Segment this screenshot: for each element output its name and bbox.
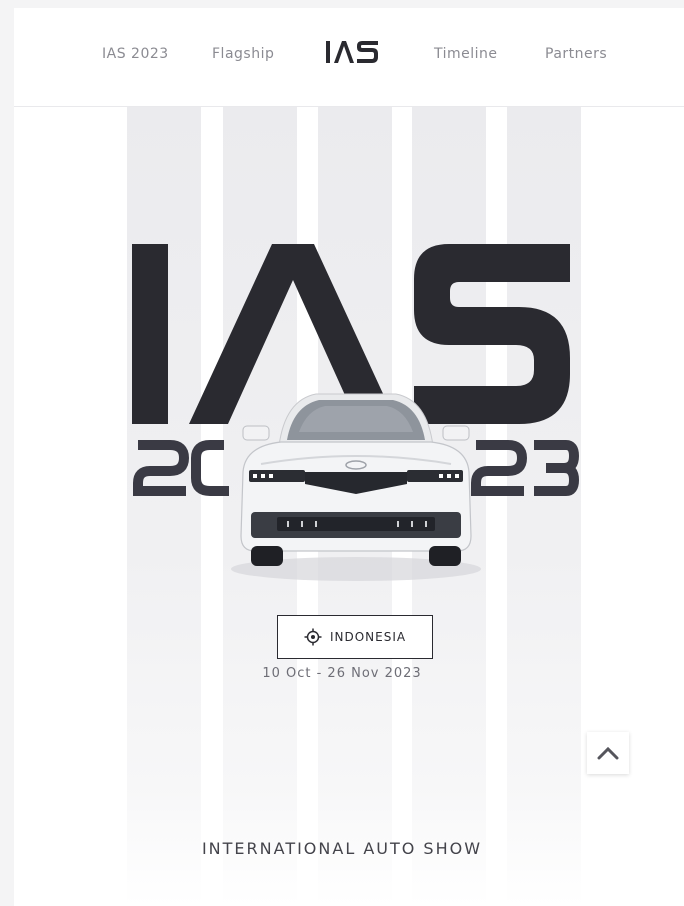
nav-link-ias-2023[interactable]: IAS 2023: [102, 46, 169, 62]
location-badge[interactable]: INDONESIA: [277, 615, 433, 659]
car-image: [231, 393, 481, 581]
ias-logo-mark: [326, 41, 378, 63]
chevron-up-icon: [597, 746, 619, 760]
hero-letter-i: [132, 244, 168, 424]
location-label: INDONESIA: [329, 630, 407, 644]
page: IAS 2023 Flagship Timeline Partners INDO…: [14, 8, 684, 906]
hero-tagline: INTERNATIONAL AUTO SHOW: [201, 839, 483, 858]
crosshair-icon: [304, 628, 322, 646]
event-date: 10 Oct - 26 Nov 2023: [262, 666, 422, 681]
ias-logo[interactable]: [324, 38, 380, 70]
top-navigation: IAS 2023 Flagship Timeline Partners: [14, 8, 684, 107]
scroll-to-top-button[interactable]: [587, 732, 629, 774]
nav-link-flagship[interactable]: Flagship: [212, 46, 274, 62]
nav-link-timeline[interactable]: Timeline: [434, 46, 498, 62]
nav-link-partners[interactable]: Partners: [545, 46, 607, 62]
